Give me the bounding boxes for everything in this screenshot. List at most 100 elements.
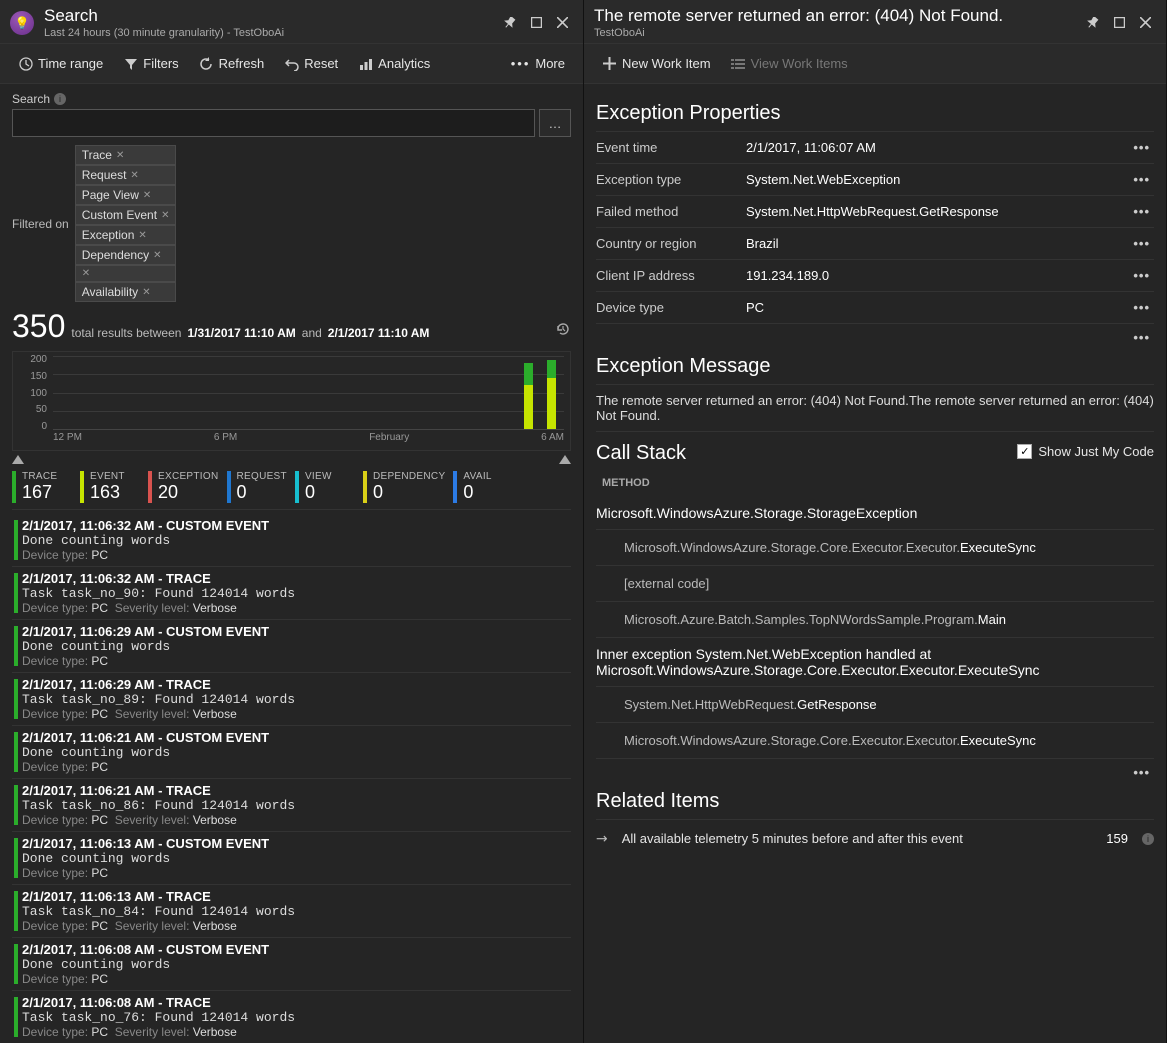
chip-remove-icon[interactable]: ✕ <box>143 190 151 201</box>
counter-view[interactable]: VIEW 0 <box>295 471 355 503</box>
time-range-label: Time range <box>38 56 103 71</box>
stack-frame[interactable]: [external code] <box>596 566 1154 602</box>
search-input[interactable] <box>12 109 535 137</box>
log-item[interactable]: 2/1/2017, 11:06:32 AM - CUSTOM EVENT Don… <box>12 514 571 567</box>
property-more-button[interactable]: ••• <box>1129 236 1154 251</box>
chip-remove-icon[interactable]: ✕ <box>116 150 124 161</box>
counter-avail[interactable]: AVAIL 0 <box>453 471 513 503</box>
log-title: 2/1/2017, 11:06:08 AM - CUSTOM EVENT <box>22 942 571 957</box>
property-key: Exception type <box>596 172 746 187</box>
log-item[interactable]: 2/1/2017, 11:06:32 AM - TRACE Task task_… <box>12 567 571 620</box>
view-work-items-button[interactable]: View Work Items <box>723 52 856 75</box>
window-buttons <box>499 12 573 34</box>
counter-event[interactable]: EVENT 163 <box>80 471 140 503</box>
chart-left-arrow[interactable] <box>12 453 24 467</box>
close-icon[interactable] <box>1134 12 1156 34</box>
chip-remove-icon[interactable]: ✕ <box>161 210 169 221</box>
property-more-button[interactable]: ••• <box>1129 172 1154 187</box>
filter-chip-trace[interactable]: Trace✕ <box>75 145 177 165</box>
maximize-icon[interactable] <box>1108 12 1130 34</box>
filter-chip-page-view[interactable]: Page View✕ <box>75 185 177 205</box>
filter-chip-exception[interactable]: Exception✕ <box>75 225 177 245</box>
log-item[interactable]: 2/1/2017, 11:06:29 AM - CUSTOM EVENT Don… <box>12 620 571 673</box>
close-icon[interactable] <box>551 12 573 34</box>
filter-chip-custom-event[interactable]: Custom Event✕ <box>75 205 177 225</box>
log-title: 2/1/2017, 11:06:29 AM - TRACE <box>22 677 571 692</box>
chip-remove-icon[interactable]: ✕ <box>138 230 146 241</box>
filter-chip-dependency[interactable]: Dependency✕ <box>75 245 177 265</box>
property-value: 2/1/2017, 11:06:07 AM <box>746 140 1129 155</box>
property-more-button[interactable]: ••• <box>1129 140 1154 155</box>
property-more-button[interactable]: ••• <box>1129 300 1154 315</box>
analytics-button[interactable]: Analytics <box>350 52 438 75</box>
counter-label: EXCEPTION <box>158 471 219 482</box>
history-icon[interactable] <box>555 321 571 340</box>
plus-icon <box>602 56 617 71</box>
x-tick: 6 PM <box>214 432 237 443</box>
info-icon[interactable]: i <box>1142 833 1154 845</box>
stack-frame[interactable]: Microsoft.WindowsAzure.Storage.Core.Exec… <box>596 530 1154 566</box>
counter-body: TRACE 167 <box>22 471 57 503</box>
search-content: Search i … Filtered on Trace✕Request✕Pag… <box>0 84 583 1043</box>
stack-frame[interactable]: Microsoft.WindowsAzure.Storage.Core.Exec… <box>596 723 1154 759</box>
properties-more[interactable]: ••• <box>596 324 1154 345</box>
log-meta: Device type: PC <box>22 760 571 774</box>
counter-request[interactable]: REQUEST 0 <box>227 471 287 503</box>
related-item-count: 159 <box>1106 831 1128 846</box>
property-more-button[interactable]: ••• <box>1129 204 1154 219</box>
counter-color-bar <box>295 471 299 503</box>
filters-button[interactable]: Filters <box>115 52 186 75</box>
log-item[interactable]: 2/1/2017, 11:06:08 AM - TRACE Task task_… <box>12 991 571 1043</box>
x-axis: 12 PM6 PMFebruary6 AM <box>53 430 564 443</box>
info-icon[interactable]: i <box>54 93 66 105</box>
search-more-button[interactable]: … <box>539 109 571 137</box>
related-item-row[interactable]: ↗ All available telemetry 5 minutes befo… <box>596 819 1154 857</box>
bar-2 <box>547 360 556 429</box>
insights-icon: 💡 <box>10 11 34 35</box>
pin-icon[interactable] <box>1082 12 1104 34</box>
time-range-button[interactable]: Time range <box>10 52 111 75</box>
chip-remove-icon[interactable]: ✕ <box>82 268 90 279</box>
stack-frame[interactable]: Microsoft.Azure.Batch.Samples.TopNWordsS… <box>596 602 1154 638</box>
log-item[interactable]: 2/1/2017, 11:06:08 AM - CUSTOM EVENT Don… <box>12 938 571 991</box>
log-meta: Device type: PC Severity level: Verbose <box>22 919 571 933</box>
log-title: 2/1/2017, 11:06:32 AM - TRACE <box>22 571 571 586</box>
counter-dependency[interactable]: DEPENDENCY 0 <box>363 471 445 503</box>
new-work-item-button[interactable]: New Work Item <box>594 52 719 75</box>
chart-right-arrow[interactable] <box>559 453 571 467</box>
reset-button[interactable]: Reset <box>276 52 346 75</box>
log-item[interactable]: 2/1/2017, 11:06:13 AM - CUSTOM EVENT Don… <box>12 832 571 885</box>
chip-remove-icon[interactable]: ✕ <box>130 170 138 181</box>
filtered-on-label: Filtered on <box>12 217 69 231</box>
refresh-icon <box>199 56 214 71</box>
callstack-header: Call Stack ✓ Show Just My Code <box>596 432 1154 471</box>
more-button[interactable]: ••• More <box>503 52 573 75</box>
counter-exception[interactable]: EXCEPTION 20 <box>148 471 219 503</box>
counter-label: VIEW <box>305 471 332 482</box>
maximize-icon[interactable] <box>525 12 547 34</box>
y-tick: 100 <box>30 388 47 399</box>
property-more-button[interactable]: ••• <box>1129 268 1154 283</box>
counter-trace[interactable]: TRACE 167 <box>12 471 72 503</box>
chip-remove-icon[interactable]: ✕ <box>153 250 161 261</box>
counter-color-bar <box>80 471 84 503</box>
filter-chip-extra-x[interactable]: ✕ <box>75 265 177 282</box>
filter-chip-request[interactable]: Request✕ <box>75 165 177 185</box>
log-item[interactable]: 2/1/2017, 11:06:29 AM - TRACE Task task_… <box>12 673 571 726</box>
callstack-more[interactable]: ••• <box>596 759 1154 780</box>
log-item[interactable]: 2/1/2017, 11:06:21 AM - TRACE Task task_… <box>12 779 571 832</box>
counter-body: AVAIL 0 <box>463 471 491 503</box>
refresh-button[interactable]: Refresh <box>191 52 273 75</box>
pin-icon[interactable] <box>499 12 521 34</box>
show-my-code-checkbox[interactable]: ✓ Show Just My Code <box>1017 444 1154 459</box>
chip-remove-icon[interactable]: ✕ <box>142 287 150 298</box>
search-toolbar: Time range Filters Refresh Reset Analyti… <box>0 44 583 84</box>
log-body: Task task_no_89: Found 124014 words <box>22 692 571 707</box>
filter-chip-availability[interactable]: Availability✕ <box>75 282 177 302</box>
results-chart[interactable]: 200150100500 12 PM6 PMFebruary6 AM <box>12 351 571 451</box>
detail-panel: The remote server returned an error: (40… <box>584 0 1167 1043</box>
log-item[interactable]: 2/1/2017, 11:06:21 AM - CUSTOM EVENT Don… <box>12 726 571 779</box>
log-item[interactable]: 2/1/2017, 11:06:13 AM - TRACE Task task_… <box>12 885 571 938</box>
log-title: 2/1/2017, 11:06:13 AM - TRACE <box>22 889 571 904</box>
stack-frame[interactable]: System.Net.HttpWebRequest.GetResponse <box>596 687 1154 723</box>
